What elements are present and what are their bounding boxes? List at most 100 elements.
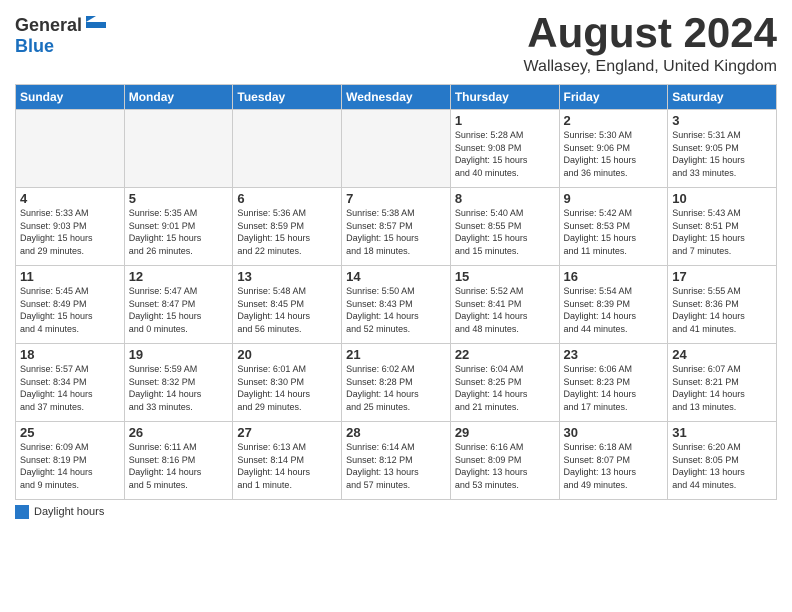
legend-box-icon xyxy=(15,505,29,519)
day-info: Sunrise: 5:50 AM Sunset: 8:43 PM Dayligh… xyxy=(346,285,446,335)
day-number: 19 xyxy=(129,347,229,362)
day-number: 14 xyxy=(346,269,446,284)
calendar-cell: 20Sunrise: 6:01 AM Sunset: 8:30 PM Dayli… xyxy=(233,344,342,422)
day-number: 11 xyxy=(20,269,120,284)
day-info: Sunrise: 5:57 AM Sunset: 8:34 PM Dayligh… xyxy=(20,363,120,413)
weekday-header-row: SundayMondayTuesdayWednesdayThursdayFrid… xyxy=(16,85,777,110)
day-number: 22 xyxy=(455,347,555,362)
calendar-cell: 24Sunrise: 6:07 AM Sunset: 8:21 PM Dayli… xyxy=(668,344,777,422)
calendar-cell: 2Sunrise: 5:30 AM Sunset: 9:06 PM Daylig… xyxy=(559,110,668,188)
day-info: Sunrise: 5:30 AM Sunset: 9:06 PM Dayligh… xyxy=(564,129,664,179)
logo-general-text: General xyxy=(15,15,82,36)
calendar-cell: 16Sunrise: 5:54 AM Sunset: 8:39 PM Dayli… xyxy=(559,266,668,344)
calendar-cell: 11Sunrise: 5:45 AM Sunset: 8:49 PM Dayli… xyxy=(16,266,125,344)
day-info: Sunrise: 6:09 AM Sunset: 8:19 PM Dayligh… xyxy=(20,441,120,491)
day-number: 26 xyxy=(129,425,229,440)
day-info: Sunrise: 6:20 AM Sunset: 8:05 PM Dayligh… xyxy=(672,441,772,491)
calendar-cell: 23Sunrise: 6:06 AM Sunset: 8:23 PM Dayli… xyxy=(559,344,668,422)
calendar-cell xyxy=(16,110,125,188)
week-row-5: 25Sunrise: 6:09 AM Sunset: 8:19 PM Dayli… xyxy=(16,422,777,500)
calendar-cell: 7Sunrise: 5:38 AM Sunset: 8:57 PM Daylig… xyxy=(342,188,451,266)
day-number: 2 xyxy=(564,113,664,128)
weekday-header-monday: Monday xyxy=(124,85,233,110)
day-number: 30 xyxy=(564,425,664,440)
day-number: 8 xyxy=(455,191,555,206)
day-number: 28 xyxy=(346,425,446,440)
calendar-cell: 14Sunrise: 5:50 AM Sunset: 8:43 PM Dayli… xyxy=(342,266,451,344)
day-info: Sunrise: 5:35 AM Sunset: 9:01 PM Dayligh… xyxy=(129,207,229,257)
day-number: 18 xyxy=(20,347,120,362)
calendar-cell xyxy=(233,110,342,188)
day-info: Sunrise: 6:11 AM Sunset: 8:16 PM Dayligh… xyxy=(129,441,229,491)
day-number: 6 xyxy=(237,191,337,206)
day-info: Sunrise: 5:42 AM Sunset: 8:53 PM Dayligh… xyxy=(564,207,664,257)
calendar-cell: 31Sunrise: 6:20 AM Sunset: 8:05 PM Dayli… xyxy=(668,422,777,500)
weekday-header-friday: Friday xyxy=(559,85,668,110)
day-number: 20 xyxy=(237,347,337,362)
week-row-4: 18Sunrise: 5:57 AM Sunset: 8:34 PM Dayli… xyxy=(16,344,777,422)
weekday-header-saturday: Saturday xyxy=(668,85,777,110)
calendar-cell: 6Sunrise: 5:36 AM Sunset: 8:59 PM Daylig… xyxy=(233,188,342,266)
calendar-cell: 25Sunrise: 6:09 AM Sunset: 8:19 PM Dayli… xyxy=(16,422,125,500)
day-info: Sunrise: 6:18 AM Sunset: 8:07 PM Dayligh… xyxy=(564,441,664,491)
weekday-header-wednesday: Wednesday xyxy=(342,85,451,110)
calendar-cell: 29Sunrise: 6:16 AM Sunset: 8:09 PM Dayli… xyxy=(450,422,559,500)
day-info: Sunrise: 5:59 AM Sunset: 8:32 PM Dayligh… xyxy=(129,363,229,413)
day-number: 16 xyxy=(564,269,664,284)
calendar-cell: 12Sunrise: 5:47 AM Sunset: 8:47 PM Dayli… xyxy=(124,266,233,344)
day-info: Sunrise: 5:36 AM Sunset: 8:59 PM Dayligh… xyxy=(237,207,337,257)
day-number: 5 xyxy=(129,191,229,206)
day-number: 1 xyxy=(455,113,555,128)
calendar-cell: 18Sunrise: 5:57 AM Sunset: 8:34 PM Dayli… xyxy=(16,344,125,422)
month-title: August 2024 xyxy=(524,10,777,56)
day-info: Sunrise: 6:04 AM Sunset: 8:25 PM Dayligh… xyxy=(455,363,555,413)
legend: Daylight hours xyxy=(15,505,777,519)
calendar-cell: 13Sunrise: 5:48 AM Sunset: 8:45 PM Dayli… xyxy=(233,266,342,344)
day-info: Sunrise: 6:14 AM Sunset: 8:12 PM Dayligh… xyxy=(346,441,446,491)
day-number: 15 xyxy=(455,269,555,284)
calendar-cell: 10Sunrise: 5:43 AM Sunset: 8:51 PM Dayli… xyxy=(668,188,777,266)
day-number: 31 xyxy=(672,425,772,440)
calendar-table: SundayMondayTuesdayWednesdayThursdayFrid… xyxy=(15,84,777,500)
day-number: 23 xyxy=(564,347,664,362)
calendar-cell: 17Sunrise: 5:55 AM Sunset: 8:36 PM Dayli… xyxy=(668,266,777,344)
day-info: Sunrise: 5:31 AM Sunset: 9:05 PM Dayligh… xyxy=(672,129,772,179)
page: General Blue August 2024 Wallasey, Engla… xyxy=(0,0,792,612)
calendar-cell: 8Sunrise: 5:40 AM Sunset: 8:55 PM Daylig… xyxy=(450,188,559,266)
day-number: 29 xyxy=(455,425,555,440)
day-info: Sunrise: 5:52 AM Sunset: 8:41 PM Dayligh… xyxy=(455,285,555,335)
calendar-cell: 22Sunrise: 6:04 AM Sunset: 8:25 PM Dayli… xyxy=(450,344,559,422)
week-row-2: 4Sunrise: 5:33 AM Sunset: 9:03 PM Daylig… xyxy=(16,188,777,266)
weekday-header-thursday: Thursday xyxy=(450,85,559,110)
calendar-cell: 4Sunrise: 5:33 AM Sunset: 9:03 PM Daylig… xyxy=(16,188,125,266)
day-number: 25 xyxy=(20,425,120,440)
day-info: Sunrise: 6:06 AM Sunset: 8:23 PM Dayligh… xyxy=(564,363,664,413)
day-info: Sunrise: 6:13 AM Sunset: 8:14 PM Dayligh… xyxy=(237,441,337,491)
logo-blue-text: Blue xyxy=(15,36,54,56)
day-number: 17 xyxy=(672,269,772,284)
day-info: Sunrise: 5:28 AM Sunset: 9:08 PM Dayligh… xyxy=(455,129,555,179)
day-number: 9 xyxy=(564,191,664,206)
day-info: Sunrise: 5:33 AM Sunset: 9:03 PM Dayligh… xyxy=(20,207,120,257)
calendar-cell: 3Sunrise: 5:31 AM Sunset: 9:05 PM Daylig… xyxy=(668,110,777,188)
day-info: Sunrise: 5:48 AM Sunset: 8:45 PM Dayligh… xyxy=(237,285,337,335)
calendar-cell xyxy=(124,110,233,188)
calendar-cell: 19Sunrise: 5:59 AM Sunset: 8:32 PM Dayli… xyxy=(124,344,233,422)
day-info: Sunrise: 6:07 AM Sunset: 8:21 PM Dayligh… xyxy=(672,363,772,413)
calendar-cell xyxy=(342,110,451,188)
day-number: 3 xyxy=(672,113,772,128)
location: Wallasey, England, United Kingdom xyxy=(524,58,777,76)
day-number: 7 xyxy=(346,191,446,206)
day-number: 27 xyxy=(237,425,337,440)
weekday-header-tuesday: Tuesday xyxy=(233,85,342,110)
calendar-cell: 21Sunrise: 6:02 AM Sunset: 8:28 PM Dayli… xyxy=(342,344,451,422)
calendar-cell: 28Sunrise: 6:14 AM Sunset: 8:12 PM Dayli… xyxy=(342,422,451,500)
header-area: General Blue August 2024 Wallasey, Engla… xyxy=(15,10,777,76)
calendar-cell: 26Sunrise: 6:11 AM Sunset: 8:16 PM Dayli… xyxy=(124,422,233,500)
day-info: Sunrise: 5:43 AM Sunset: 8:51 PM Dayligh… xyxy=(672,207,772,257)
day-info: Sunrise: 6:01 AM Sunset: 8:30 PM Dayligh… xyxy=(237,363,337,413)
day-info: Sunrise: 5:47 AM Sunset: 8:47 PM Dayligh… xyxy=(129,285,229,335)
calendar-cell: 27Sunrise: 6:13 AM Sunset: 8:14 PM Dayli… xyxy=(233,422,342,500)
day-number: 24 xyxy=(672,347,772,362)
day-number: 4 xyxy=(20,191,120,206)
